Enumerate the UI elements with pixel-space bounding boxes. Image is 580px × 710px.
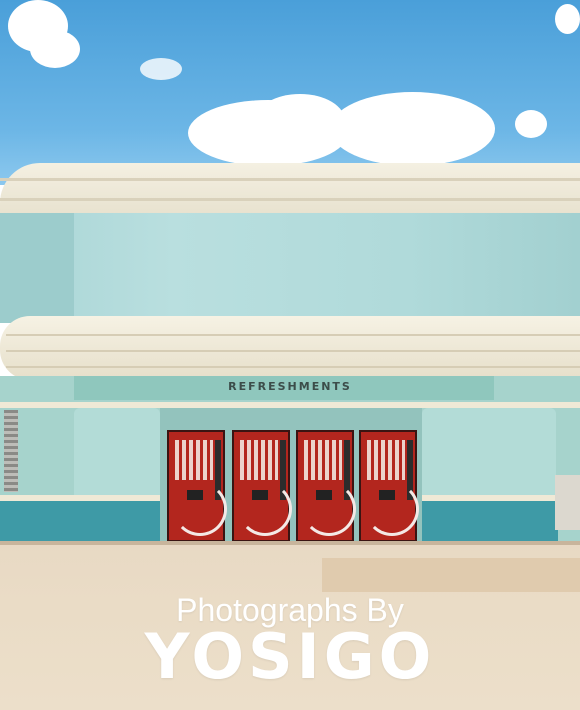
upper-wall-corner — [0, 213, 74, 323]
pavement-stain — [322, 558, 580, 592]
cloud — [555, 4, 580, 34]
dispense-slot — [252, 490, 268, 500]
ac-unit — [555, 475, 580, 530]
column-foot — [0, 501, 160, 541]
wall-vent — [4, 410, 18, 492]
dispense-slot — [379, 490, 395, 500]
canopy — [0, 316, 580, 380]
cloud — [330, 92, 495, 166]
upper-wall — [0, 213, 580, 323]
vending-machine — [167, 430, 227, 542]
drink-buttons — [175, 440, 213, 480]
building-roof-cap — [0, 163, 580, 215]
photo-cover: REFRESHMENTS Photographs By YOSIGO — [0, 0, 580, 710]
cloud — [140, 58, 182, 80]
refreshments-sign: REFRESHMENTS — [228, 380, 352, 393]
drink-buttons — [240, 440, 278, 480]
roof-band — [0, 198, 580, 201]
canopy-line — [6, 350, 580, 352]
drink-buttons — [367, 440, 405, 480]
cloud — [30, 30, 80, 68]
dispense-slot — [316, 490, 332, 500]
column-foot — [422, 501, 558, 541]
dispense-slot — [187, 490, 203, 500]
drink-buttons — [304, 440, 342, 480]
canopy-line — [6, 366, 580, 368]
vending-machine — [296, 430, 356, 542]
cloud — [515, 110, 547, 138]
canopy-line — [6, 334, 580, 336]
building-shadow — [0, 541, 580, 545]
cover-title: YOSIGO — [144, 620, 436, 693]
roof-band — [0, 178, 580, 181]
vending-machine — [232, 430, 292, 542]
vending-machine — [359, 430, 419, 542]
